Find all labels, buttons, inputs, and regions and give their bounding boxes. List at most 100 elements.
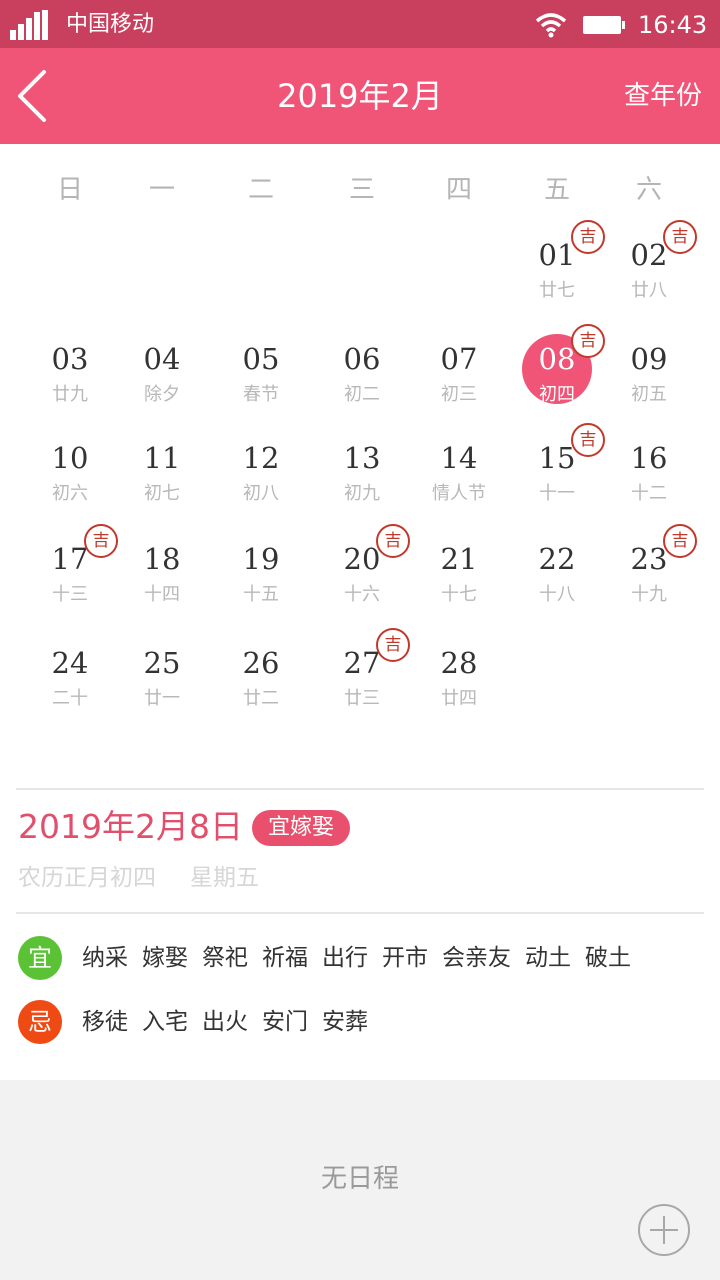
plus-circle-icon[interactable]	[638, 1204, 690, 1256]
day-cell[interactable]: 21 十七	[411, 526, 507, 622]
ji-items: 移徒 入宅 出火 安门 安葬	[82, 1000, 382, 1044]
auspicious-badge: 吉	[571, 324, 605, 358]
day-cell[interactable]: 05 春节	[213, 326, 309, 422]
day-cell[interactable]: 26 廿二	[213, 630, 309, 726]
day-cell[interactable]: 06 初二	[314, 326, 410, 422]
auspicious-tag: 宜嫁娶	[252, 810, 351, 846]
day-cell[interactable]: 25 廿一	[114, 630, 210, 726]
day-cell[interactable]: 12 初八	[213, 425, 309, 521]
lunar-day: 廿七	[539, 280, 575, 301]
day-number: 13	[343, 441, 381, 475]
weekday-header: 日一二三四五六	[0, 168, 720, 212]
weekday-label: 日	[56, 175, 83, 205]
day-number: 18	[143, 542, 181, 576]
auspicious-badge: 吉	[376, 524, 410, 558]
yi-item: 祭祀	[202, 945, 248, 971]
lunar-day: 廿一	[144, 688, 180, 709]
day-cell[interactable]: 04 除夕	[114, 326, 210, 422]
day-cell[interactable]: 23 十九吉	[601, 524, 697, 622]
lunar-day: 初二	[344, 384, 380, 405]
yi-item: 开市	[382, 945, 428, 971]
yi-item: 会亲友	[442, 945, 511, 971]
signal-bars-icon	[10, 10, 50, 40]
lunar-day: 十二	[631, 483, 667, 504]
selected-date: 2019年2月8日	[18, 807, 243, 846]
lunar-day: 十三	[52, 584, 88, 605]
day-number: 28	[440, 646, 478, 680]
yi-item: 出行	[322, 945, 368, 971]
auspicious-badge: 吉	[663, 524, 697, 558]
day-cell[interactable]: 13 初九	[314, 425, 410, 521]
yi-badge: 宜	[18, 936, 62, 980]
day-number: 04	[143, 342, 181, 376]
lunar-day: 廿四	[441, 688, 477, 709]
lunar-day: 廿二	[243, 688, 279, 709]
day-number: 19	[242, 542, 280, 576]
day-cell[interactable]: 11 初七	[114, 425, 210, 521]
day-cell[interactable]: 19 十五	[213, 526, 309, 622]
lunar-day: 春节	[243, 384, 279, 405]
auspicious-badge: 吉	[571, 220, 605, 254]
day-cell[interactable]: 17 十三吉	[22, 524, 118, 622]
lunar-day: 廿八	[631, 280, 667, 301]
day-number: 07	[440, 342, 478, 376]
day-number: 11	[143, 441, 181, 475]
lunar-day: 十六	[344, 584, 380, 605]
lunar-day: 十七	[441, 584, 477, 605]
ji-item: 移徒	[82, 1009, 128, 1035]
day-cell[interactable]: 02 廿八吉	[601, 220, 697, 318]
schedule-panel: 无日程	[0, 1080, 720, 1280]
ji-item: 出火	[202, 1009, 248, 1035]
weekday-label: 一	[148, 175, 175, 205]
weekday-label: 三	[348, 175, 375, 205]
lunar-day: 初六	[52, 483, 88, 504]
weekday-label: 五	[543, 175, 570, 205]
battery-icon	[583, 16, 625, 34]
yi-item: 纳采	[82, 945, 128, 971]
day-number: 09	[630, 342, 668, 376]
day-cell[interactable]: 20 十六吉	[314, 524, 410, 622]
auspicious-badge: 吉	[84, 524, 118, 558]
day-cell[interactable]: 07 初三	[411, 326, 507, 422]
status-bar: 中国移动 16:43	[0, 0, 720, 48]
year-picker-button[interactable]: 查年份	[624, 48, 702, 144]
auspicious-badge: 吉	[376, 628, 410, 662]
auspicious-badge: 吉	[571, 423, 605, 457]
day-number: 16	[630, 441, 668, 475]
lunar-day: 情人节	[432, 483, 486, 504]
ji-item: 安门	[262, 1009, 308, 1035]
weekday-label: 四	[445, 175, 472, 205]
empty-schedule-text: 无日程	[320, 1164, 399, 1194]
lunar-day: 初四	[539, 384, 575, 405]
day-number: 12	[242, 441, 280, 475]
weekday-label: 星期五	[190, 865, 259, 891]
day-cell[interactable]: 09 初五	[601, 326, 697, 422]
day-cell[interactable]: 10 初六	[22, 425, 118, 521]
lunar-day: 初五	[631, 384, 667, 405]
day-cell[interactable]: 14 情人节	[411, 425, 507, 521]
day-number: 05	[242, 342, 280, 376]
day-cell[interactable]: 27 廿三吉	[314, 628, 410, 726]
header-bar: 2019年2月 查年份	[0, 48, 720, 144]
lunar-day: 十五	[243, 584, 279, 605]
day-number: 24	[51, 646, 89, 680]
lunar-day: 初九	[344, 483, 380, 504]
day-cell[interactable]: 22 十八	[509, 526, 605, 622]
month-title: 2019年2月	[277, 77, 443, 115]
lunar-day: 廿九	[52, 384, 88, 405]
day-cell[interactable]: 03 廿九	[22, 326, 118, 422]
lunar-day: 二十	[52, 688, 88, 709]
day-cell[interactable]: 15 十一吉	[509, 423, 605, 521]
carrier-name: 中国移动	[66, 12, 155, 37]
lunar-day: 十八	[539, 584, 575, 605]
day-cell[interactable]: 18 十四	[114, 526, 210, 622]
lunar-day: 初八	[243, 483, 279, 504]
day-cell-selected[interactable]: 08 初四吉	[509, 324, 605, 422]
lunar-day: 十一	[539, 483, 575, 504]
yi-item: 破土	[585, 945, 631, 971]
day-cell[interactable]: 16 十二	[601, 425, 697, 521]
day-number: 22	[538, 542, 576, 576]
day-cell[interactable]: 28 廿四	[411, 630, 507, 726]
day-cell[interactable]: 24 二十	[22, 630, 118, 726]
day-cell[interactable]: 01 廿七吉	[509, 220, 605, 318]
